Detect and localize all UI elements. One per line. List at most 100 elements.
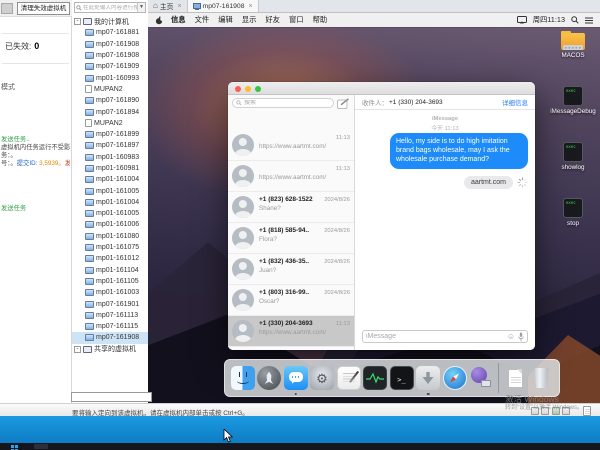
notification-center-icon[interactable]	[585, 17, 593, 24]
vm-tree-item[interactable]: mp07-161909	[72, 61, 148, 72]
menu-item-3[interactable]: 显示	[242, 15, 257, 25]
vm-tree-item[interactable]: mp01-161080	[72, 231, 148, 242]
link-preview-bubble[interactable]: aartmt.com	[464, 176, 513, 189]
menu-items: 信息文件编辑显示好友窗口帮助	[171, 15, 336, 25]
dock-icon-activity-monitor[interactable]	[363, 366, 387, 390]
dock-icon-textedit[interactable]	[337, 366, 361, 390]
vm-tree-item[interactable]: mp01-161012	[72, 253, 148, 264]
vm-search-input[interactable]	[83, 5, 137, 11]
apple-menu-icon[interactable]	[155, 16, 163, 25]
conversation-row[interactable]: +1 (832) 436-35..2024/8/26Juan?	[228, 254, 354, 285]
conversation-row[interactable]: +1 (818) 585-94..2024/8/26Flora?	[228, 223, 354, 254]
spotlight-search-icon[interactable]	[571, 16, 579, 24]
windows-start-icon[interactable]	[11, 445, 14, 448]
menu-item-6[interactable]: 帮助	[313, 15, 328, 25]
desktop-icon-imessagedebug[interactable]: iMessageDebug	[550, 86, 596, 115]
vm-tree-item[interactable]: mp07-161899	[72, 129, 148, 140]
vm-tree-root[interactable]: - 我的计算机	[72, 16, 148, 27]
close-window-icon[interactable]	[235, 86, 241, 92]
vm-tree-item[interactable]: mp01-160983	[72, 152, 148, 163]
desktop-icon-macos[interactable]: MACOS	[561, 29, 585, 59]
vm-tree-item[interactable]: mp01-161003	[72, 287, 148, 298]
notes-icon[interactable]	[583, 406, 591, 416]
menu-item-2[interactable]: 编辑	[218, 15, 233, 25]
vm-tree-item[interactable]: mp07-161897	[72, 140, 148, 151]
messages-window[interactable]: 11:13https://www.aartmt.com/11:13https:/…	[228, 82, 535, 350]
minimize-window-icon[interactable]	[245, 86, 251, 92]
vm-tree-item[interactable]: mp01-161005	[72, 208, 148, 219]
conversation-row[interactable]: 11:13https://www.aartmt.com/	[228, 130, 354, 161]
dock-icon-finder[interactable]	[231, 366, 255, 390]
dock-icon-network-utility[interactable]	[469, 366, 493, 390]
vm-tree-item[interactable]: mp07-161901	[72, 298, 148, 309]
vm-tree-item[interactable]: mp07-161908	[72, 332, 148, 343]
toolbar-gray-button[interactable]	[1, 3, 13, 14]
message-input-field[interactable]: ☺	[362, 330, 528, 343]
vm-tree-item[interactable]: MUPAN2	[72, 84, 148, 95]
close-icon[interactable]: ×	[248, 3, 252, 10]
messages-titlebar[interactable]	[228, 82, 535, 95]
dock-icon-text-file[interactable]	[503, 366, 527, 390]
vm-tree-item[interactable]: MUPAN2	[72, 118, 148, 129]
conversation-search-input[interactable]	[244, 100, 330, 106]
contact-avatar	[232, 258, 254, 280]
dock-icon-safari[interactable]	[443, 366, 467, 390]
message-input[interactable]	[366, 333, 507, 340]
vm-tree-item[interactable]: mp07-161890	[72, 95, 148, 106]
taskbar-app-icon[interactable]	[34, 444, 48, 449]
microphone-icon[interactable]	[518, 332, 524, 342]
close-icon[interactable]: ×	[177, 3, 181, 10]
zoom-window-icon[interactable]	[255, 86, 261, 92]
conversation-time: 11:13	[336, 321, 350, 327]
vm-tree-item[interactable]: mp01-161004	[72, 197, 148, 208]
clean-invalid-vms-button[interactable]: 清理失效虚拟机	[17, 2, 70, 15]
vm-tree-item[interactable]: mp01-160993	[72, 72, 148, 83]
dock-icon-trash[interactable]	[530, 366, 554, 390]
dock-icon-terminal[interactable]	[390, 366, 414, 390]
vm-tree-item[interactable]: mp07-161113	[72, 310, 148, 321]
tree-expander-icon[interactable]: -	[74, 18, 81, 25]
desktop-icon-showlog[interactable]: showlog	[561, 142, 584, 171]
vm-search-box[interactable]: ▼	[74, 2, 146, 13]
menu-item-5[interactable]: 窗口	[289, 15, 304, 25]
vm-tree-item[interactable]: mp01-160981	[72, 163, 148, 174]
menu-item-1[interactable]: 文件	[195, 15, 210, 25]
conversation-row[interactable]: +1 (803) 316-99..2024/8/26Oscar?	[228, 285, 354, 316]
search-dropdown-icon[interactable]: ▼	[137, 3, 145, 12]
tree-expander-icon[interactable]: -	[74, 346, 81, 353]
vm-tree-item[interactable]: mp01-161006	[72, 219, 148, 230]
vm-tree-item[interactable]: mp07-161115	[72, 321, 148, 332]
vm-tree-item[interactable]: mp01-161105	[72, 276, 148, 287]
menubar-clock[interactable]: 周四11:13	[533, 15, 565, 25]
vm-tree-item[interactable]: mp01-161005	[72, 185, 148, 196]
tab-vm-mp07-161908[interactable]: mp07-161908 ×	[188, 0, 259, 12]
tab-home-label: 主页	[160, 1, 174, 11]
display-mirroring-icon[interactable]	[517, 16, 527, 24]
vm-tree-shared[interactable]: - 共享的虚拟机	[72, 344, 148, 355]
details-link[interactable]: 详细信息	[502, 97, 528, 107]
vm-tree-item[interactable]: mp01-161075	[72, 242, 148, 253]
to-value[interactable]: +1 (330) 204-3693	[389, 99, 443, 106]
menu-item-4[interactable]: 好友	[265, 15, 280, 25]
emoji-picker-icon[interactable]: ☺	[507, 333, 515, 341]
dock-icon-system-preferences[interactable]: ⚙	[310, 366, 334, 390]
dock-icon-installer[interactable]	[416, 366, 440, 390]
vm-item-label: mp07-161909	[96, 63, 139, 70]
vm-tree-item[interactable]: mp07-161881	[72, 27, 148, 38]
conversation-row[interactable]: +1 (823) 628-15222024/8/26Shane?	[228, 192, 354, 223]
compose-message-icon[interactable]	[337, 98, 350, 109]
vm-tree-item[interactable]: mp07-161908	[72, 50, 148, 61]
vm-panel-footer-field[interactable]	[71, 392, 152, 402]
conversation-row[interactable]: +1 (330) 204-369311:13https://www.aartmt…	[228, 316, 354, 347]
conversation-row[interactable]: 11:13https://www.aartmt.com/	[228, 161, 354, 192]
dock-icon-messages[interactable]	[284, 366, 308, 390]
vm-tree-item[interactable]: mp01-161004	[72, 174, 148, 185]
vm-tree-item[interactable]: mp01-161104	[72, 265, 148, 276]
dock-icon-launchpad[interactable]	[257, 366, 281, 390]
tab-home[interactable]: ⌂ 主页 ×	[148, 0, 188, 12]
desktop-icon-stop[interactable]: stop	[563, 198, 583, 227]
menu-app[interactable]: 信息	[171, 15, 186, 25]
conversation-search-box[interactable]	[232, 98, 334, 108]
vm-tree-item[interactable]: mp07-161908	[72, 39, 148, 50]
vm-tree-item[interactable]: mp07-161894	[72, 106, 148, 117]
